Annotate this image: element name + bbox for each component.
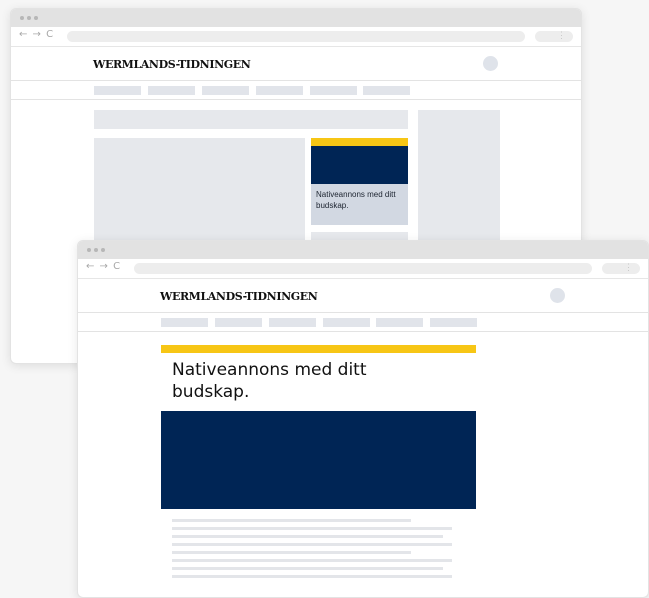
address-bar-row: ← → C ⋮ bbox=[78, 259, 648, 279]
browser-menu-button[interactable]: ⋮ bbox=[535, 30, 573, 42]
window-titlebar bbox=[78, 241, 648, 259]
browser-nav-icons[interactable]: ← → C bbox=[86, 261, 121, 272]
site-header: WERMLANDS-TIDNINGEN bbox=[78, 279, 648, 313]
window-maximize-dot[interactable] bbox=[101, 248, 105, 252]
native-ad-image[interactable] bbox=[161, 411, 476, 509]
nav-item[interactable] bbox=[202, 86, 249, 95]
nav-item[interactable] bbox=[430, 318, 477, 327]
nav-item[interactable] bbox=[269, 318, 316, 327]
text-line bbox=[172, 551, 411, 554]
user-avatar[interactable] bbox=[483, 56, 498, 71]
nav-item[interactable] bbox=[148, 86, 195, 95]
window-minimize-dot[interactable] bbox=[27, 16, 31, 20]
window-titlebar bbox=[11, 9, 581, 27]
nav-item[interactable] bbox=[256, 86, 303, 95]
text-line bbox=[172, 535, 443, 538]
text-line bbox=[172, 559, 452, 562]
site-nav bbox=[78, 313, 648, 332]
window-close-dot[interactable] bbox=[20, 16, 24, 20]
address-bar-row: ← → C ⋮ bbox=[11, 27, 581, 47]
nav-item[interactable] bbox=[363, 86, 410, 95]
kebab-icon: ⋮ bbox=[557, 30, 566, 40]
url-field[interactable] bbox=[67, 31, 525, 42]
site-logo[interactable]: WERMLANDS-TIDNINGEN bbox=[93, 58, 251, 71]
site-logo[interactable]: WERMLANDS-TIDNINGEN bbox=[160, 290, 318, 303]
window-maximize-dot[interactable] bbox=[34, 16, 38, 20]
text-line bbox=[172, 575, 452, 578]
window-close-dot[interactable] bbox=[87, 248, 91, 252]
nav-item[interactable] bbox=[310, 86, 357, 95]
nav-item[interactable] bbox=[94, 86, 141, 95]
window-minimize-dot[interactable] bbox=[94, 248, 98, 252]
native-ad-headline[interactable]: Nativeannons med ditt budskap. bbox=[172, 359, 392, 403]
native-ad-image[interactable] bbox=[311, 146, 408, 184]
text-line bbox=[172, 519, 411, 522]
url-field[interactable] bbox=[134, 263, 592, 274]
kebab-icon: ⋮ bbox=[624, 262, 633, 272]
native-ad-stripe bbox=[161, 345, 476, 353]
nav-item[interactable] bbox=[215, 318, 262, 327]
text-line bbox=[172, 527, 452, 530]
user-avatar[interactable] bbox=[550, 288, 565, 303]
text-line bbox=[172, 567, 443, 570]
native-ad-stripe bbox=[311, 138, 408, 146]
nav-item[interactable] bbox=[161, 318, 208, 327]
site-header: WERMLANDS-TIDNINGEN bbox=[11, 47, 581, 81]
native-ad-caption: Nativeannons med ditt budskap. bbox=[316, 190, 396, 210]
site-nav bbox=[11, 81, 581, 100]
banner-placeholder bbox=[94, 110, 408, 129]
browser-window-front: ← → C ⋮ WERMLANDS-TIDNINGEN Nativeannons… bbox=[77, 240, 649, 598]
nav-item[interactable] bbox=[376, 318, 423, 327]
nav-item[interactable] bbox=[323, 318, 370, 327]
native-ad-caption-box[interactable]: Nativeannons med ditt budskap. bbox=[311, 184, 408, 225]
text-line bbox=[172, 543, 452, 546]
browser-menu-button[interactable]: ⋮ bbox=[602, 262, 640, 274]
browser-nav-icons[interactable]: ← → C bbox=[19, 29, 54, 40]
